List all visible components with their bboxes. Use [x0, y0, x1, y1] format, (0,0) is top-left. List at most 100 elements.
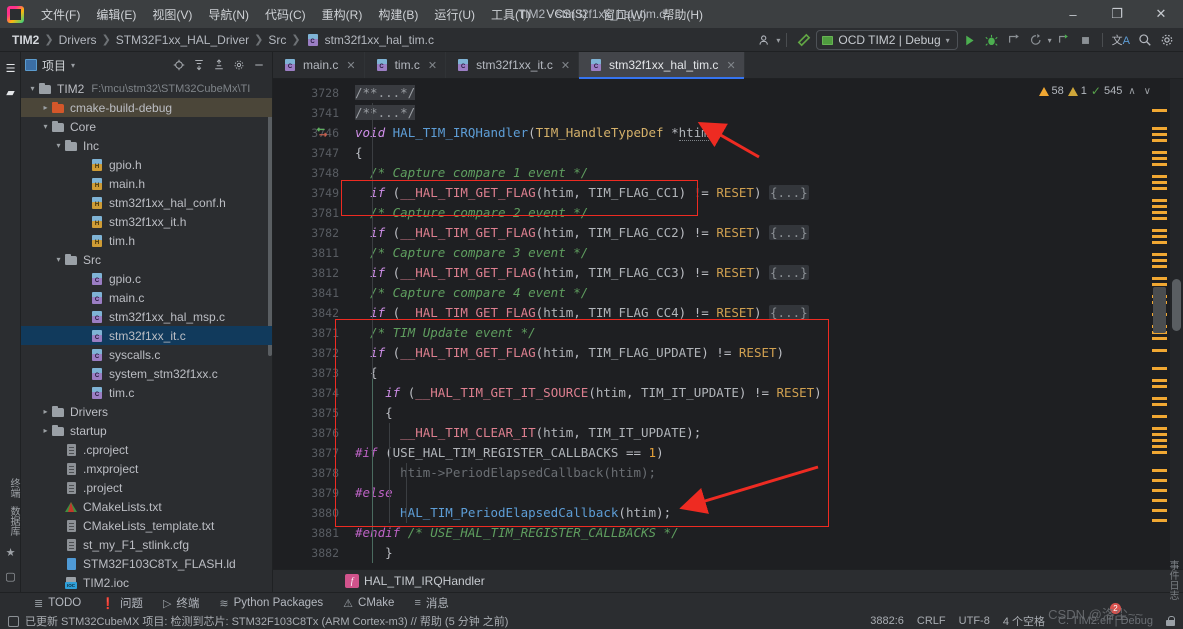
- code-line[interactable]: htim->PeriodElapsedCallback(htim);: [355, 463, 1183, 483]
- user-profile-icon[interactable]: [754, 30, 774, 50]
- error-stripe-mark[interactable]: [1152, 469, 1167, 472]
- breadcrumb-item-2[interactable]: STM32F1xx_HAL_Driver: [112, 32, 253, 48]
- code-line[interactable]: {: [355, 143, 1183, 163]
- code-line[interactable]: }: [355, 543, 1183, 563]
- close-tab-icon[interactable]: ✕: [561, 59, 570, 72]
- chevron-down-icon[interactable]: [27, 84, 38, 93]
- error-stripe-mark[interactable]: [1152, 133, 1167, 136]
- chevron-down-icon[interactable]: [40, 122, 51, 131]
- error-stripe-mark[interactable]: [1152, 367, 1167, 370]
- expand-all-icon[interactable]: [189, 56, 208, 75]
- tool-tab-python-packages[interactable]: ≋ Python Packages: [209, 593, 333, 614]
- code-line[interactable]: /* TIM Update event */: [355, 323, 1183, 343]
- menu-item-7[interactable]: 运行(U): [426, 3, 483, 26]
- stop-icon[interactable]: [1076, 30, 1096, 50]
- error-stripe-mark[interactable]: [1152, 175, 1167, 178]
- editor-breadcrumb[interactable]: f HAL_TIM_IRQHandler: [273, 569, 1183, 592]
- tool-tab--[interactable]: ❗ 问题: [91, 593, 153, 614]
- error-stripe-mark[interactable]: [1152, 489, 1167, 492]
- code-line[interactable]: if (__HAL_TIM_GET_IT_SOURCE(htim, TIM_IT…: [355, 383, 1183, 403]
- error-stripe-mark[interactable]: [1152, 415, 1167, 418]
- error-stripe-mark[interactable]: [1152, 283, 1167, 286]
- code-editor[interactable]: 3728+3741+3746− 3747 3748 3749+ 3781 3782+ 381…: [273, 79, 1183, 569]
- code-line[interactable]: {: [355, 403, 1183, 423]
- indent-setting[interactable]: 4 个空格: [1003, 613, 1045, 629]
- error-stripe-mark[interactable]: [1152, 127, 1167, 130]
- error-stripe-mark[interactable]: [1152, 427, 1167, 430]
- code-line[interactable]: void HAL_TIM_IRQHandler(TIM_HandleTypeDe…: [355, 123, 1183, 143]
- tree-node--project[interactable]: .project: [21, 478, 272, 497]
- code-line[interactable]: if (__HAL_TIM_GET_FLAG(htim, TIM_FLAG_CC…: [355, 303, 1183, 323]
- project-tree[interactable]: TIM2 F:\mcu\stm32\STM32CubeMx\TI cmake-bui…: [21, 78, 272, 592]
- close-tab-icon[interactable]: ✕: [428, 59, 437, 72]
- sidebar-label-services[interactable]: 数据库: [0, 502, 21, 540]
- tree-node-cmake-build-debug[interactable]: cmake-build-debug: [21, 98, 272, 117]
- error-stripe-mark[interactable]: [1152, 277, 1167, 280]
- tree-node--mxproject[interactable]: .mxproject: [21, 459, 272, 478]
- settings-gear-icon[interactable]: [1157, 30, 1177, 50]
- status-message-group[interactable]: 已更新 STM32CubeMX 项目: 检测到芯片: STM32F103C8Tx…: [0, 613, 508, 629]
- close-tab-icon[interactable]: ✕: [346, 59, 355, 72]
- error-stripe-mark[interactable]: [1152, 109, 1167, 112]
- code-line[interactable]: if (__HAL_TIM_GET_FLAG(htim, TIM_FLAG_UP…: [355, 343, 1183, 363]
- code-line[interactable]: /* Capture compare 3 event */: [355, 243, 1183, 263]
- editor-scrollbar-thumb[interactable]: [1172, 279, 1181, 331]
- editor-gutter[interactable]: 3728+3741+3746− 3747 3748 3749+ 3781 3782+ 381…: [273, 79, 359, 569]
- error-stripe-mark[interactable]: [1152, 451, 1167, 454]
- error-stripe-mark[interactable]: [1152, 139, 1167, 142]
- tree-node-stm32f1xx-hal-msp-c[interactable]: stm32f1xx_hal_msp.c: [21, 307, 272, 326]
- error-stripe-mark[interactable]: [1152, 509, 1167, 512]
- code-line[interactable]: if (__HAL_TIM_GET_FLAG(htim, TIM_FLAG_CC…: [355, 183, 1183, 203]
- minimize-button[interactable]: –: [1051, 0, 1095, 28]
- error-stripe-mark[interactable]: [1152, 259, 1167, 262]
- error-stripe-mark[interactable]: [1152, 403, 1167, 406]
- error-stripe-mark[interactable]: [1152, 163, 1167, 166]
- tree-node--cproject[interactable]: .cproject: [21, 440, 272, 459]
- error-stripe-mark[interactable]: [1152, 385, 1167, 388]
- tree-node-gpio-h[interactable]: gpio.h: [21, 155, 272, 174]
- code-line[interactable]: #endif /* USE_HAL_TIM_REGISTER_CALLBACKS…: [355, 523, 1183, 543]
- tree-node-stm32f1xx-hal-conf-h[interactable]: stm32f1xx_hal_conf.h: [21, 193, 272, 212]
- code-line[interactable]: /* Capture compare 4 event */: [355, 283, 1183, 303]
- translate-icon[interactable]: 文A: [1109, 30, 1133, 50]
- error-stripe-mark[interactable]: [1152, 499, 1167, 502]
- chevron-right-icon[interactable]: [40, 407, 51, 416]
- caret-position[interactable]: 3882:6: [870, 615, 904, 627]
- build-hammer-icon[interactable]: [793, 30, 814, 50]
- error-stripe-mark[interactable]: [1152, 187, 1167, 190]
- error-stripe-mark[interactable]: [1152, 479, 1167, 482]
- error-stripe-mark[interactable]: [1152, 439, 1167, 442]
- error-stripe-mark[interactable]: [1152, 445, 1167, 448]
- menu-item-3[interactable]: 导航(N): [200, 3, 257, 26]
- error-stripe-mark[interactable]: [1152, 265, 1167, 268]
- tree-node-system-stm32f1xx-c[interactable]: system_stm32f1xx.c: [21, 364, 272, 383]
- error-stripe-mark[interactable]: [1152, 433, 1167, 436]
- tree-node-tim2[interactable]: TIM2 F:\mcu\stm32\STM32CubeMx\TI: [21, 79, 272, 98]
- chevron-down-icon[interactable]: [53, 255, 64, 264]
- error-stripe-mark[interactable]: [1152, 199, 1167, 202]
- menu-item-8[interactable]: 工具(T): [483, 3, 538, 26]
- tree-node-main-h[interactable]: main.h: [21, 174, 272, 193]
- menu-item-10[interactable]: 窗口(W): [595, 3, 654, 26]
- code-line[interactable]: __HAL_TIM_CLEAR_IT(htim, TIM_IT_UPDATE);: [355, 423, 1183, 443]
- next-problem-icon[interactable]: ∨: [1142, 86, 1153, 97]
- search-icon[interactable]: [1135, 30, 1155, 50]
- error-stripe-mark[interactable]: [1152, 157, 1167, 160]
- weak-warning-count-badge[interactable]: 1: [1067, 85, 1087, 97]
- chevron-right-icon[interactable]: [40, 103, 51, 112]
- editor-scrollbar[interactable]: [1170, 79, 1183, 569]
- tree-node-stm32f103c8tx-flash-ld[interactable]: STM32F103C8Tx_FLASH.ld: [21, 554, 272, 573]
- error-stripe-mark[interactable]: [1152, 181, 1167, 184]
- tree-node-tim-h[interactable]: tim.h: [21, 231, 272, 250]
- error-stripe-mark[interactable]: [1152, 151, 1167, 154]
- error-stripe-mark[interactable]: [1152, 229, 1167, 232]
- project-panel-title[interactable]: 项目 ▾: [25, 57, 75, 74]
- panel-settings-icon[interactable]: [229, 56, 248, 75]
- line-separator[interactable]: CRLF: [917, 615, 946, 627]
- collapse-all-icon[interactable]: [209, 56, 228, 75]
- code-line[interactable]: /* Capture compare 1 event */: [355, 163, 1183, 183]
- inspection-widget[interactable]: 58 1 ✓ 545 ∧ ∨: [1038, 81, 1153, 101]
- locate-file-icon[interactable]: [169, 56, 188, 75]
- error-stripe-mark[interactable]: [1152, 211, 1167, 214]
- code-line[interactable]: if (__HAL_TIM_GET_FLAG(htim, TIM_FLAG_CC…: [355, 263, 1183, 283]
